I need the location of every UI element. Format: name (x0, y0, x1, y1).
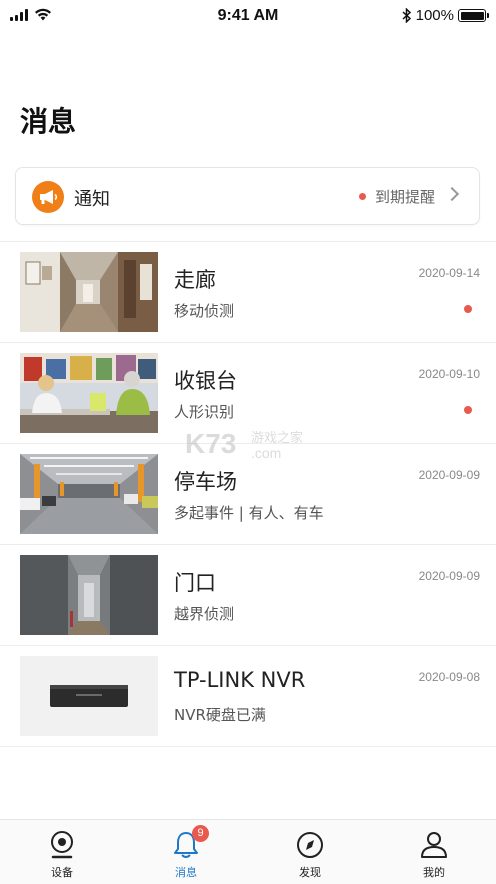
chevron-right-icon (444, 186, 460, 202)
unread-badge: 9 (192, 825, 209, 842)
item-subtitle: 人形识别 (174, 403, 235, 421)
svg-text:K73: K73 (185, 428, 236, 459)
item-subtitle: NVR硬盘已满 (174, 706, 266, 724)
status-bar: 9:41 AM 100% (0, 0, 496, 32)
notice-label: 通知 (74, 189, 110, 210)
item-subtitle: 多起事件 | 有人、有车 (174, 504, 324, 522)
megaphone-icon (32, 181, 64, 213)
item-title: 收银台 (174, 369, 237, 393)
item-title: 门口 (174, 571, 216, 595)
svg-text:游戏之家: 游戏之家 (251, 430, 303, 446)
parking-thumbnail (20, 454, 158, 534)
nvr-thumbnail (20, 656, 158, 736)
unread-dot (464, 305, 472, 313)
tab-devices[interactable]: 设备 (0, 820, 124, 884)
tab-discover[interactable]: 发现 (248, 820, 372, 884)
person-icon (421, 832, 447, 858)
list-item[interactable]: 走廊 移动侦测 2020-09-14 (0, 242, 496, 343)
camera-icon (51, 831, 73, 859)
expiry-reminder: 到期提醒 (374, 188, 435, 206)
cashier-thumbnail (20, 353, 158, 433)
item-date: 2020-09-14 (418, 266, 480, 280)
notice-card[interactable]: 通知 到期提醒 (15, 167, 480, 225)
unread-dot (464, 406, 472, 414)
list-item[interactable]: 门口 越界侦测 2020-09-09 (0, 545, 496, 646)
item-subtitle: 移动侦测 (174, 302, 235, 320)
item-date: 2020-09-09 (418, 468, 480, 482)
battery-icon (458, 9, 489, 22)
list-item[interactable]: TP-LINK NVR NVR硬盘已满 2020-09-08 (0, 646, 496, 747)
tab-bar: 设备 9 消息 发现 我的 (0, 819, 496, 884)
doorway-thumbnail (20, 555, 158, 635)
tab-label: 消息 (175, 866, 197, 879)
message-list: 走廊 移动侦测 2020-09-14 收银台 人形识别 2020-09-10 停… (0, 241, 496, 747)
battery-percent: 100% (415, 7, 454, 24)
compass-icon (297, 832, 323, 858)
item-date: 2020-09-09 (418, 569, 480, 583)
item-date: 2020-09-10 (418, 367, 480, 381)
item-date: 2020-09-08 (418, 670, 480, 684)
item-subtitle: 越界侦测 (174, 605, 235, 623)
tab-label: 我的 (423, 866, 445, 879)
status-right: 100% (402, 7, 489, 24)
svg-text:.com: .com (251, 445, 281, 461)
bluetooth-icon (402, 8, 411, 23)
page-title: 消息 (20, 105, 77, 138)
item-title: TP-LINK NVR (174, 668, 306, 692)
item-title: 走廊 (174, 268, 216, 292)
tab-messages[interactable]: 9 消息 (124, 820, 248, 884)
tab-label: 发现 (299, 866, 321, 879)
site-watermark: K73 游戏之家 .com (185, 425, 315, 465)
item-title: 停车场 (174, 470, 237, 494)
tab-profile[interactable]: 我的 (372, 820, 496, 884)
corridor-thumbnail (20, 252, 158, 332)
reminder-dot (359, 193, 366, 200)
tab-label: 设备 (51, 866, 73, 879)
